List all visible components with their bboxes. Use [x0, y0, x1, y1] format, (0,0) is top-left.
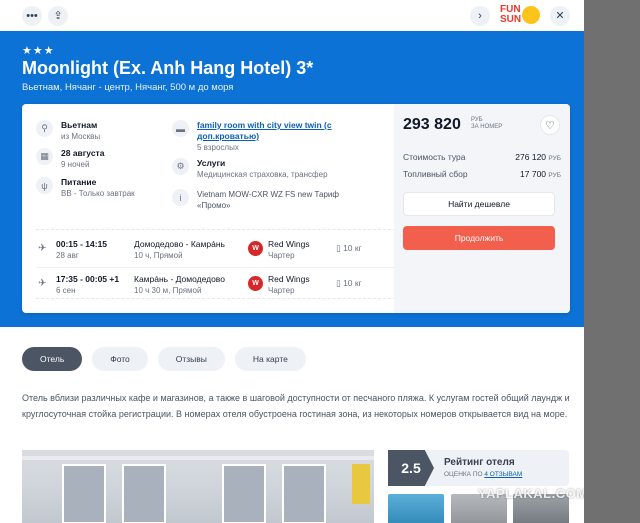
hotel-sheet: ••• ⇪ › FUN SUN ✕ ★★★ Moonlight (Ex. Anh…: [0, 0, 584, 523]
suitcase-icon: ▯: [336, 278, 341, 288]
rating-score: 2.5: [388, 450, 434, 486]
flight-row: ✈ 17:35 - 00:05 +1 6 сен Камрáнь - Домод…: [36, 267, 396, 298]
gear-icon: ⚙: [172, 158, 189, 175]
room-info: ▬ family room with city view twin (с доп…: [172, 120, 352, 153]
hotel-photo[interactable]: [22, 450, 374, 523]
hotel-rating: 2.5 Рейтинг отеля ОЦЕНКА ПО 4 ОТЗЫВАМ: [388, 450, 569, 486]
reviews-link[interactable]: 4 ОТЗЫВАМ: [484, 471, 522, 478]
plane-icon: ✈: [38, 278, 47, 289]
price-unit: РУБ ЗА НОМЕР: [471, 117, 503, 130]
hotel-name: Moonlight (Ex. Anh Hang Hotel) 3*: [22, 58, 314, 78]
calendar-icon: ▦: [36, 148, 53, 165]
tab-photo[interactable]: Фото: [92, 347, 148, 371]
next-hotel-button[interactable]: ›: [470, 5, 490, 26]
favorite-button[interactable]: ♡: [540, 115, 560, 135]
close-icon: ✕: [555, 10, 565, 22]
close-button[interactable]: ✕: [550, 5, 570, 26]
red-wings-logo-icon: W: [248, 241, 263, 256]
share-button[interactable]: ⇪: [48, 5, 68, 26]
top-bar: ••• ⇪ › FUN SUN ✕: [0, 0, 584, 31]
find-cheaper-button[interactable]: Найти дешевле: [403, 192, 555, 216]
more-dots-icon: •••: [26, 9, 38, 22]
sun-icon: [522, 5, 540, 24]
photo-thumbnail[interactable]: [388, 494, 444, 523]
hotel-description: Отель вблизи различных кафе и магазинов,…: [22, 393, 570, 419]
hotel-location: Вьетнам, Нячанг - центр, Нячанг, 500 м д…: [22, 82, 234, 93]
tour-card: ⚲ Вьетнам из Москвы ▦ 28 августа 9 ночей…: [22, 104, 570, 313]
info-icon: i: [172, 189, 189, 206]
watermark: YAPLAKAL.COM: [478, 486, 584, 501]
tour-cost-row: Стоимость тура 276 120 РУБ: [403, 152, 561, 162]
suitcase-icon: ▯: [336, 243, 341, 253]
funsun-logo: FUN SUN: [500, 4, 540, 28]
share-icon: ⇪: [53, 10, 63, 22]
heart-icon: ♡: [545, 119, 555, 132]
divider: [36, 229, 396, 230]
hotel-tabs: Отель Фото Отзывы На карте: [22, 347, 306, 371]
cutlery-icon: ψ: [36, 177, 53, 194]
tab-hotel[interactable]: Отель: [22, 347, 83, 371]
tariff-info: i Vietnam MOW-CXR WZ FS new Тариф «Промо…: [172, 189, 362, 211]
room-link[interactable]: family room with city view twin (с доп.к…: [197, 120, 352, 142]
flight-row: ✈ 00:15 - 14:15 28 авг Домодедово - Камр…: [38, 239, 362, 260]
divider: [36, 298, 396, 299]
meal-info: ψ Питание BB - Только завтрак: [36, 177, 135, 199]
tab-reviews[interactable]: Отзывы: [157, 347, 225, 371]
destination-info: ⚲ Вьетнам из Москвы: [36, 120, 100, 142]
total-price: 293 820: [403, 116, 461, 133]
location-pin-icon: ⚲: [36, 120, 53, 137]
continue-button[interactable]: Продолжить: [403, 226, 555, 250]
price-panel: 293 820 РУБ ЗА НОМЕР ♡ Стоимость тура 27…: [394, 104, 570, 313]
baggage-info: ▯ 10 кг: [336, 278, 362, 288]
date-info: ▦ 28 августа 9 ночей: [36, 148, 104, 170]
fuel-fee-row: Топливный сбор 17 700 РУБ: [403, 169, 561, 179]
services-info: ⚙ Услуги Медицинская страховка, трансфер: [172, 158, 328, 180]
chevron-right-icon: ›: [478, 9, 482, 22]
background-gutter: [584, 0, 640, 523]
plane-icon: ✈: [38, 243, 47, 254]
red-wings-logo-icon: W: [248, 276, 263, 291]
more-options-button[interactable]: •••: [22, 5, 42, 26]
hotel-stars: ★★★: [22, 45, 55, 57]
bed-icon: ▬: [172, 120, 189, 137]
baggage-info: ▯ 10 кг: [336, 243, 362, 253]
tab-map[interactable]: На карте: [234, 347, 306, 371]
